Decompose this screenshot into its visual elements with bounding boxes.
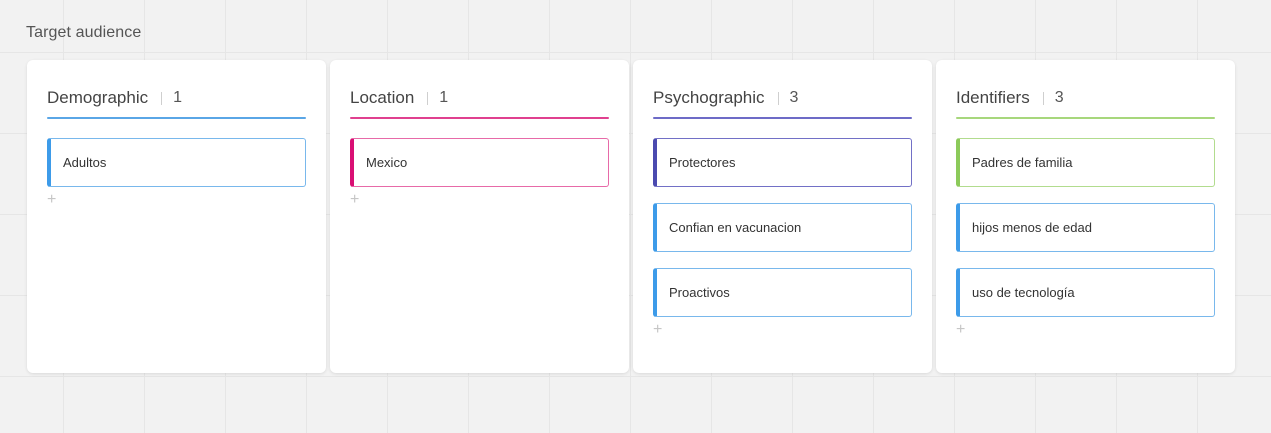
card-list: Padres de familia hijos menos de edad us… [956, 138, 1215, 338]
column-divider [427, 91, 429, 105]
columns-container: Demographic 1 Adultos + Location 1 Mexic… [27, 60, 1235, 373]
sticky-card[interactable]: Confian en vacunacion [653, 203, 912, 252]
column-divider [1042, 91, 1044, 105]
sticky-card[interactable]: uso de tecnología [956, 268, 1215, 317]
sticky-card[interactable]: Proactivos [653, 268, 912, 317]
column-header: Demographic 1 [47, 77, 306, 119]
column-accent-line [956, 117, 1215, 119]
column-count: 1 [439, 89, 449, 106]
sticky-card[interactable]: Mexico [350, 138, 609, 187]
column-psychographic: Psychographic 3 Protectores Confian en v… [633, 60, 932, 373]
add-card-icon[interactable]: + [47, 192, 61, 208]
sticky-card[interactable]: Protectores [653, 138, 912, 187]
column-count: 3 [1054, 89, 1064, 106]
sticky-card[interactable]: Padres de familia [956, 138, 1215, 187]
column-location: Location 1 Mexico + [330, 60, 629, 373]
column-divider [777, 91, 779, 105]
card-list: Protectores Confian en vacunacion Proact… [653, 138, 912, 338]
card-list: Mexico + [350, 138, 609, 208]
add-card-icon[interactable]: + [956, 322, 970, 338]
column-identifiers: Identifiers 3 Padres de familia hijos me… [936, 60, 1235, 373]
add-card-icon[interactable]: + [653, 322, 667, 338]
column-title[interactable]: Location [350, 88, 414, 108]
column-count: 1 [173, 89, 183, 106]
column-divider [161, 91, 163, 105]
column-title[interactable]: Psychographic [653, 88, 765, 108]
column-title[interactable]: Demographic [47, 88, 148, 108]
sticky-card[interactable]: Adultos [47, 138, 306, 187]
column-accent-line [350, 117, 609, 119]
sticky-card[interactable]: hijos menos de edad [956, 203, 1215, 252]
column-title[interactable]: Identifiers [956, 88, 1030, 108]
board-title: Target audience [26, 24, 142, 41]
column-demographic: Demographic 1 Adultos + [27, 60, 326, 373]
column-count: 3 [789, 89, 799, 106]
column-accent-line [653, 117, 912, 119]
column-accent-line [47, 117, 306, 119]
column-header: Identifiers 3 [956, 77, 1215, 119]
card-list: Adultos + [47, 138, 306, 208]
add-card-icon[interactable]: + [350, 192, 364, 208]
column-header: Psychographic 3 [653, 77, 912, 119]
column-header: Location 1 [350, 77, 609, 119]
